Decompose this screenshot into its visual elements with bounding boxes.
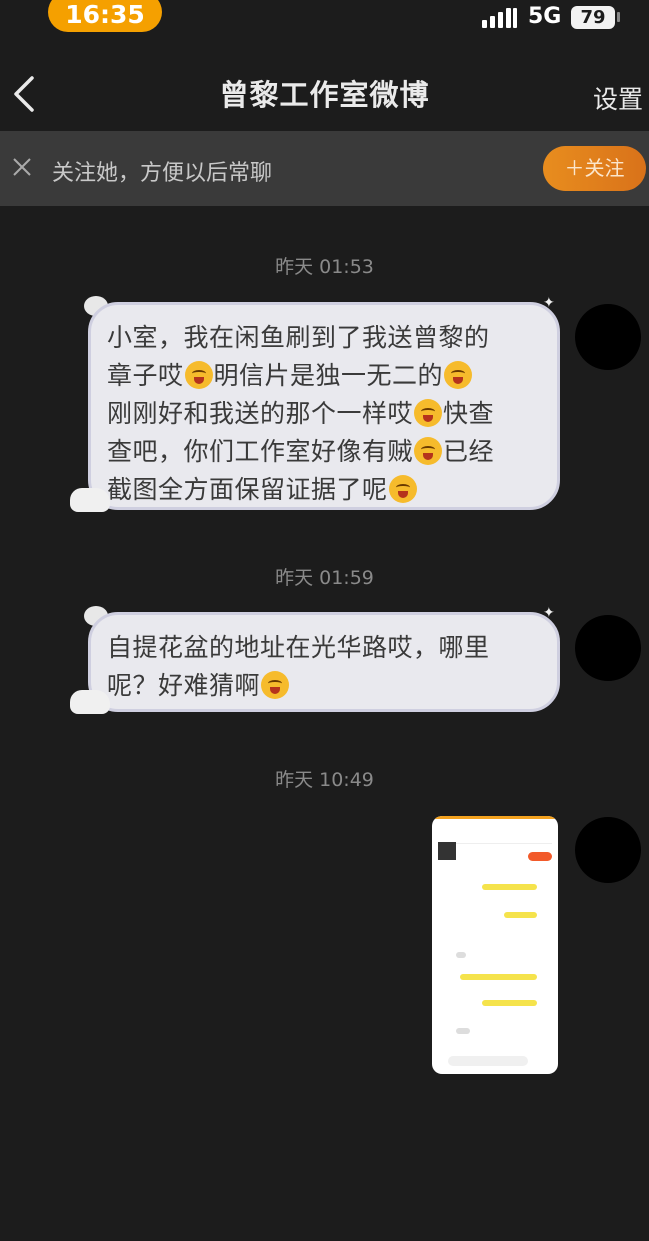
status-time: 16:35 xyxy=(48,0,162,32)
message-text: 明信片是独一无二的 xyxy=(213,361,444,390)
status-bar: 16:35 5G 79 xyxy=(0,0,649,40)
cloud-sticker-icon xyxy=(70,488,110,512)
follow-button[interactable]: ＋关注 xyxy=(543,146,646,191)
image-header xyxy=(438,824,552,844)
image-chat-line xyxy=(460,974,537,980)
nav-bar: 曾黎工作室微博 设置 xyxy=(0,60,649,130)
message-text: 小室，我在闲鱼刷到了我送曾黎的 xyxy=(107,323,490,352)
page-title: 曾黎工作室微博 xyxy=(219,78,430,112)
image-message[interactable] xyxy=(432,816,558,1074)
message-timestamp: 昨天 10:49 xyxy=(275,769,374,791)
sparkle-icon: ✦ xyxy=(543,295,555,311)
image-chat-line xyxy=(504,912,537,918)
message-timestamp: 昨天 01:53 xyxy=(275,256,374,278)
network-label: 5G xyxy=(528,4,562,29)
avatar[interactable] xyxy=(575,304,641,370)
message-bubble[interactable]: 自提花盆的地址在光华路哎，哪里 呢？好难猜啊 xyxy=(88,612,560,712)
battery-tip xyxy=(617,12,620,22)
message-text: 刚刚好和我送的那个一样哎 xyxy=(107,399,414,428)
message-text: 快查 xyxy=(443,399,495,428)
image-chat-line xyxy=(482,884,537,890)
cloud-sticker-icon xyxy=(70,690,110,714)
message-text: 已经 xyxy=(443,437,495,466)
close-icon[interactable] xyxy=(12,157,32,177)
image-avatar xyxy=(438,842,456,860)
smile-emoji-icon xyxy=(261,671,290,699)
message-text: 章子哎 xyxy=(107,361,184,390)
follow-banner: 关注她，方便以后常聊 ＋关注 xyxy=(0,131,649,206)
smile-emoji-icon xyxy=(414,399,443,427)
signal-icon xyxy=(482,8,518,28)
image-chat-line xyxy=(482,1000,537,1006)
message-timestamp: 昨天 01:59 xyxy=(275,567,374,589)
smile-emoji-icon xyxy=(414,437,443,465)
image-button xyxy=(528,852,552,861)
avatar[interactable] xyxy=(575,817,641,883)
image-input-bar xyxy=(448,1056,528,1066)
image-chat-line xyxy=(456,1028,470,1034)
image-top-bar xyxy=(432,816,558,819)
message-text: 截图全方面保留证据了呢 xyxy=(107,475,388,504)
message-bubble[interactable]: 小室，我在闲鱼刷到了我送曾黎的 章子哎 明信片是独一无二的 刚刚好和我送的那个一样… xyxy=(88,302,560,510)
smile-emoji-icon xyxy=(388,475,417,503)
image-chat-line xyxy=(456,952,466,958)
settings-button[interactable]: 设置 xyxy=(593,80,643,116)
smile-emoji-icon xyxy=(444,361,473,389)
sparkle-icon: ✦ xyxy=(543,605,555,621)
message-text: 查吧，你们工作室好像有贼 xyxy=(107,437,414,466)
smile-emoji-icon xyxy=(184,361,213,389)
battery-icon: 79 xyxy=(571,6,615,29)
message-text: 自提花盆的地址在光华路哎，哪里 xyxy=(107,633,490,662)
avatar[interactable] xyxy=(575,615,641,681)
follow-prompt: 关注她，方便以后常聊 xyxy=(52,161,273,186)
message-text: 呢？好难猜啊 xyxy=(107,671,261,700)
